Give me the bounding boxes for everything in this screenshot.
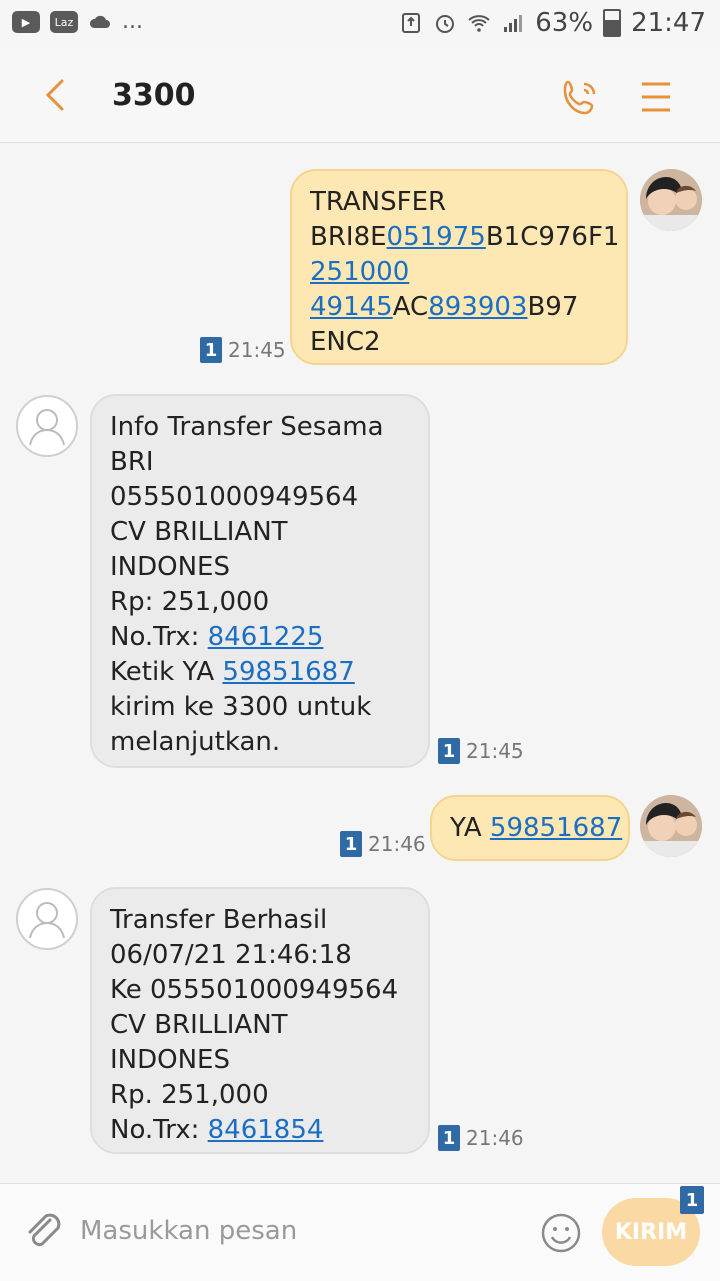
message-line: 251000 <box>310 255 608 290</box>
recycle-icon <box>402 13 421 33</box>
smiley-icon[interactable] <box>540 1212 582 1254</box>
message-meta: 1 21:46 <box>340 831 426 857</box>
alarm-icon <box>436 15 455 33</box>
menu-icon[interactable] <box>640 80 672 114</box>
incoming-message-bubble[interactable]: Transfer Berhasil 06/07/21 21:46:18 Ke 0… <box>90 887 430 1154</box>
message-line: CV BRILLIANT <box>110 1010 288 1040</box>
sim-1-icon: 1 <box>680 1186 704 1214</box>
incoming-message-bubble[interactable]: Info Transfer Sesama BRI 055501000949564… <box>90 394 430 768</box>
message-line: kirim ke 3300 untuk <box>110 692 372 722</box>
conversation-title: 3300 <box>112 78 196 113</box>
sim-1-icon: 1 <box>438 1125 460 1151</box>
message-composer: Masukkan pesan KIRIM 1 <box>0 1183 720 1281</box>
message-time: 21:46 <box>368 832 426 856</box>
number-link[interactable]: 49145 <box>310 292 393 322</box>
status-left-icons: ▶ Laz ... <box>12 10 143 34</box>
number-link[interactable]: 8461854 <box>208 1115 324 1145</box>
lazada-icon: Laz <box>50 11 78 33</box>
message-line: Rp: 251,000 <box>110 587 270 617</box>
sim-1-icon: 1 <box>200 337 222 363</box>
message-time: 21:45 <box>228 338 286 362</box>
outgoing-message-bubble[interactable]: TRANSFER BRI8E051975B1C976F1 251000 4914… <box>290 169 628 365</box>
number-link[interactable]: 051975 <box>387 222 486 252</box>
signal-icon <box>504 15 523 32</box>
outgoing-message-bubble[interactable]: YA 59851687 <box>430 795 630 861</box>
youtube-icon: ▶ <box>12 11 40 33</box>
message-line: 06/07/21 21:46:18 <box>110 940 352 970</box>
message-line: CV BRILLIANT <box>110 517 288 547</box>
message-time: 21:45 <box>466 739 524 763</box>
cloud-icon <box>89 15 110 28</box>
message-line: Info Transfer Sesama <box>110 412 384 442</box>
number-link[interactable]: 893903 <box>428 292 527 322</box>
clock: 21:47 <box>631 8 706 38</box>
phone-icon[interactable] <box>558 76 602 120</box>
contact-avatar[interactable] <box>16 395 78 457</box>
status-right-icons: 63% 21:47 <box>399 8 706 38</box>
number-link[interactable]: 251000 <box>310 257 409 287</box>
sim-1-icon: 1 <box>340 831 362 857</box>
number-link[interactable]: 8461225 <box>208 622 324 652</box>
message-line: 055501000949564 <box>110 482 359 512</box>
user-avatar[interactable] <box>640 169 702 231</box>
wifi-icon <box>468 15 490 32</box>
message-meta: 1 21:45 <box>438 738 524 764</box>
message-line: Transfer Berhasil <box>110 905 328 935</box>
message-input[interactable]: Masukkan pesan <box>80 1216 297 1246</box>
message-time: 21:46 <box>466 1126 524 1150</box>
message-line: No.Trx: 8461225 <box>110 622 324 652</box>
user-avatar[interactable] <box>640 795 702 857</box>
battery-icon <box>603 9 622 37</box>
message-line: Rp. 251,000 <box>110 1080 269 1110</box>
number-link[interactable]: 59851687 <box>222 657 354 687</box>
sim-1-icon: 1 <box>438 738 460 764</box>
battery-percent: 63% <box>535 8 594 38</box>
message-line: BRI <box>110 447 154 477</box>
contact-avatar[interactable] <box>16 888 78 950</box>
message-line: 49145AC893903B97 <box>310 292 579 322</box>
status-bar: ▶ Laz ... 63% 21:47 <box>0 0 720 50</box>
message-line: Ketik YA 59851687 <box>110 657 355 687</box>
chevron-left-icon[interactable] <box>40 78 70 112</box>
message-line: INDONES <box>110 552 230 582</box>
message-line: melanjutkan. <box>110 727 281 757</box>
message-line: Ke 055501000949564 <box>110 975 399 1005</box>
paperclip-icon[interactable] <box>22 1210 66 1254</box>
message-line: TRANSFER <box>310 187 447 217</box>
overflow-notifications-icon: ... <box>122 9 143 34</box>
message-meta: 1 21:45 <box>200 337 286 363</box>
message-line: No.Trx: 8461854 <box>110 1115 324 1145</box>
conversation-header: 3300 <box>0 50 720 143</box>
message-thread[interactable]: TRANSFER BRI8E051975B1C976F1 251000 4914… <box>0 143 720 1183</box>
message-meta: 1 21:46 <box>438 1125 524 1151</box>
message-line: YA 59851687 <box>450 813 623 843</box>
message-line: INDONES <box>110 1045 230 1075</box>
message-line: ENC2 <box>310 327 381 357</box>
message-line: BRI8E051975B1C976F1 <box>310 222 620 252</box>
number-link[interactable]: 59851687 <box>490 813 622 843</box>
